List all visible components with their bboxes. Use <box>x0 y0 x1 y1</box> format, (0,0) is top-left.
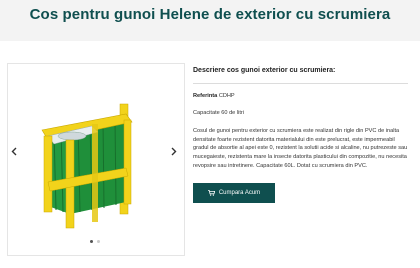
description-heading: Descriere cos gunoi exterior cu scrumier… <box>193 67 336 74</box>
gallery-prev-button[interactable] <box>11 144 17 159</box>
buy-now-button[interactable]: Cumpara Acum <box>193 183 275 203</box>
divider <box>193 83 408 84</box>
cart-icon <box>207 190 215 196</box>
page-title: Cos pentru gunoi Helene de exterior cu s… <box>29 6 391 23</box>
gallery-dot-1[interactable] <box>90 240 93 243</box>
product-gallery <box>7 63 185 256</box>
product-capacity: Capacitate 60 de litri <box>193 110 244 116</box>
product-info: Descriere cos gunoi exterior cu scrumier… <box>193 67 408 74</box>
product-description: Cosul de gunoi pentru exterior cu scrumi… <box>193 128 408 169</box>
reference-label: Referinta <box>193 93 218 99</box>
gallery-next-button[interactable] <box>171 144 177 159</box>
gallery-dot-2[interactable] <box>97 240 100 243</box>
product-image <box>41 103 133 229</box>
page-header: Cos pentru gunoi Helene de exterior cu s… <box>0 0 420 41</box>
buy-now-label: Cumpara Acum <box>218 190 261 196</box>
chevron-right-icon <box>171 147 177 156</box>
reference-value: CDHP <box>218 93 235 99</box>
product-reference: Referinta CDHP <box>193 93 235 99</box>
chevron-left-icon <box>11 147 17 156</box>
